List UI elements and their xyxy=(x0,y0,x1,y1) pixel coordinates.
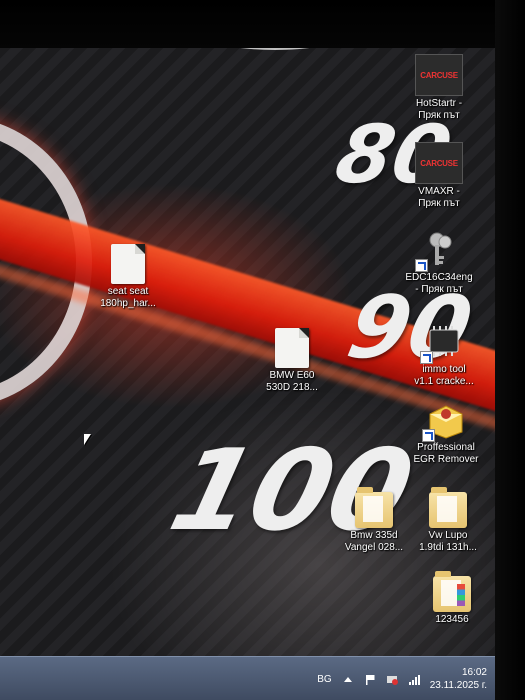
document-icon xyxy=(111,244,145,284)
icon-label-line1: immo tool xyxy=(422,364,466,375)
desktop[interactable]: 80 90 100 seat seat 180hp_har... BMW E60… xyxy=(0,46,497,700)
icon-label-line2: 1.9tdi 131h... xyxy=(419,542,477,553)
desktop-icon-hotstartr[interactable]: CARCUSE HotStartr - Пряк път xyxy=(393,54,485,122)
icon-label-line2: - Пряк път xyxy=(415,284,463,295)
icon-label-line1: 123456 xyxy=(435,614,469,625)
monitor-bezel-top xyxy=(0,0,525,48)
clock-time: 16:02 xyxy=(461,667,487,678)
egr-box-icon xyxy=(422,400,468,442)
icon-label-line2: Пряк път xyxy=(418,110,460,121)
icon-label-line2: 180hp_har... xyxy=(100,298,156,309)
shortcut-arrow-icon xyxy=(420,351,433,364)
folder-icon xyxy=(433,571,471,612)
monitor-bezel-right xyxy=(495,0,525,700)
carcuse-logo-icon: CARCUSE xyxy=(415,142,463,184)
icon-label-line1: VMAXR - xyxy=(418,186,460,197)
folder-icon xyxy=(355,487,393,528)
network-error-icon[interactable] xyxy=(386,674,398,685)
language-indicator[interactable]: BG xyxy=(317,674,331,685)
desktop-icon-egr-remover[interactable]: Proffessional EGR Remover xyxy=(400,400,492,466)
icon-label-line1: Proffessional xyxy=(417,442,475,453)
desktop-icon-bmw-e60-file[interactable]: BMW E60 530D 218... xyxy=(246,328,338,394)
folder-icon xyxy=(429,487,467,528)
desktop-icon-vmaxr[interactable]: CARCUSE VMAXR - Пряк път xyxy=(393,142,485,210)
photo-frame: 80 90 100 seat seat 180hp_har... BMW E60… xyxy=(0,0,525,700)
keys-icon xyxy=(415,230,461,272)
icon-label-line1: EDC16C34eng xyxy=(405,272,473,283)
icon-label-line1: Vw Lupo xyxy=(428,530,468,541)
system-tray: BG 16:02 23.11.2025 г. xyxy=(317,661,487,697)
icon-label-line1: BMW E60 xyxy=(269,370,315,381)
icon-label-line2: Пряк път xyxy=(418,198,460,209)
document-icon xyxy=(275,328,309,368)
desktop-icon-seat-file[interactable]: seat seat 180hp_har... xyxy=(82,244,174,310)
tray-arrow-icon[interactable] xyxy=(342,674,354,685)
chip-icon xyxy=(420,322,466,364)
icon-label-line2: 530D 218... xyxy=(266,382,318,393)
signal-strength-icon[interactable] xyxy=(408,674,420,685)
desktop-icon-vw-lupo-folder[interactable]: Vw Lupo 1.9tdi 131h... xyxy=(402,487,494,554)
icon-label-line2: EGR Remover xyxy=(413,454,479,465)
desktop-icon-edc16c34eng[interactable]: EDC16C34eng - Пряк път xyxy=(393,230,485,296)
shortcut-arrow-icon xyxy=(415,259,428,272)
shortcut-arrow-icon xyxy=(422,429,435,442)
icon-label-line1: seat seat xyxy=(107,286,149,297)
taskbar-clock[interactable]: 16:02 23.11.2025 г. xyxy=(430,666,487,692)
icon-label-line1: HotStartr - xyxy=(415,98,463,109)
icon-label-line2: v1.1 cracke... xyxy=(414,376,474,387)
taskbar[interactable]: BG 16:02 23.11.2025 г. xyxy=(0,656,497,700)
action-center-flag-icon[interactable] xyxy=(364,674,376,685)
clock-date: 23.11.2025 г. xyxy=(429,680,487,691)
mouse-cursor-icon xyxy=(84,434,91,445)
carcuse-logo-icon: CARCUSE xyxy=(415,54,463,96)
desktop-icon-immo-tool[interactable]: immo tool v1.1 cracke... xyxy=(398,322,490,388)
desktop-icon-123456-folder[interactable]: 123456 xyxy=(406,571,497,626)
